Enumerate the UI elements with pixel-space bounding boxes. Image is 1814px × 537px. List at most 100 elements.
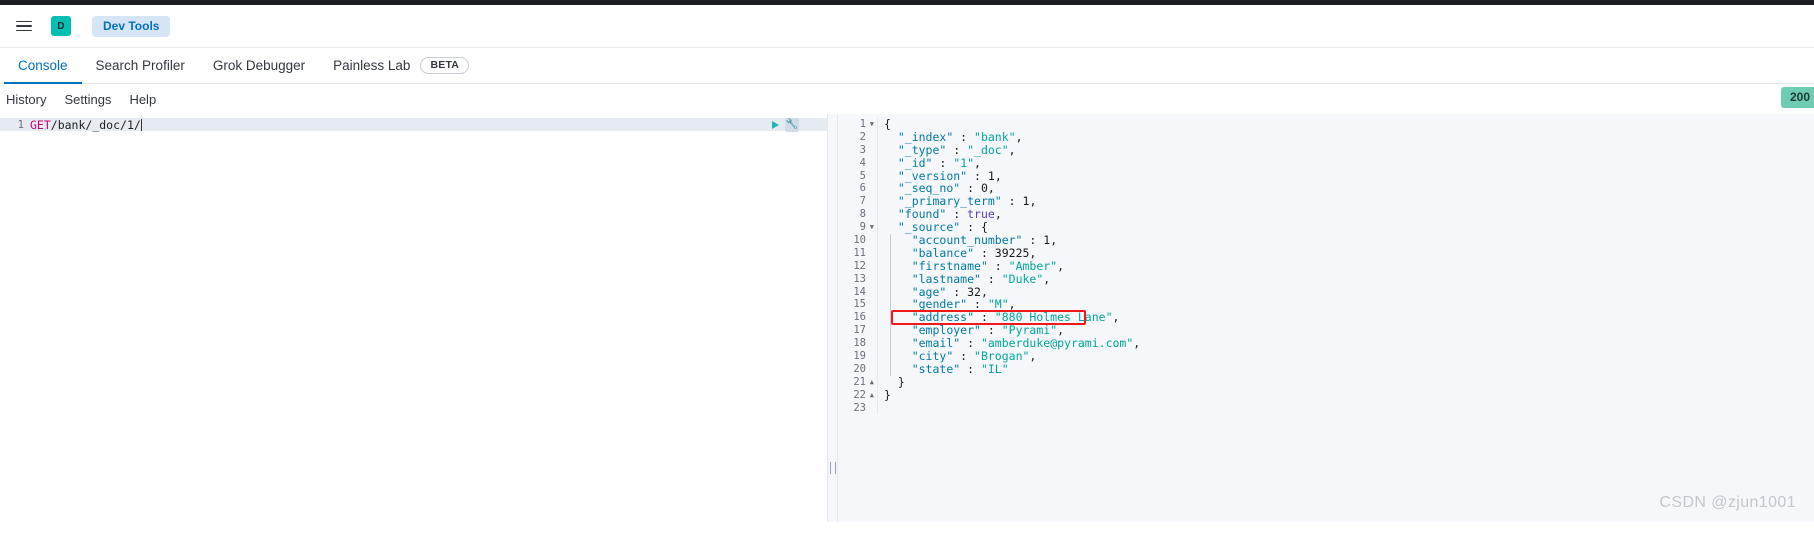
request-method: GET	[30, 117, 51, 132]
json-token-str: "1"	[953, 155, 975, 170]
response-gutter: 1 ▼ 2 3 4 5 6 7 8 9 ▼ 10 11 12 13 14 15 16 17 18 19 20 21 ▲ 22 ▲ 2…	[838, 118, 878, 415]
tab-search-profiler[interactable]: Search Profiler	[82, 48, 199, 83]
json-token-key: "firstname"	[911, 258, 988, 273]
json-token-punct: :	[946, 284, 968, 299]
tab-console-label: Console	[18, 58, 68, 73]
response-line-number: 16	[853, 311, 866, 324]
json-token-punct: ,	[1029, 245, 1037, 260]
json-token-punct: ,	[974, 155, 981, 170]
wrench-icon[interactable]: 🔧	[785, 117, 799, 132]
play-icon[interactable]	[772, 120, 779, 129]
json-token-key: "_type"	[897, 142, 947, 157]
json-token-brace: }	[897, 374, 905, 389]
json-token-punct: :	[960, 336, 981, 351]
response-line-number: 4	[859, 156, 866, 169]
submenu-item-help[interactable]: Help	[129, 92, 156, 107]
response-line-number: 22 ▲	[853, 388, 874, 402]
json-token-punct: :	[967, 297, 988, 312]
request-path: /bank/_doc/1/	[50, 117, 141, 132]
json-token-punct: :	[987, 258, 1009, 273]
json-token-key: "address"	[911, 310, 975, 325]
json-token-key: "found"	[897, 207, 947, 222]
response-code[interactable]: { "_index" : "bank", "_type" : "_doc", "…	[878, 118, 1814, 414]
json-token-str: "Duke"	[1001, 271, 1044, 286]
json-token-key: "balance"	[911, 245, 975, 260]
json-token-str: "amberduke@pyrami.com"	[980, 336, 1134, 351]
tab-painless-lab-label: Painless Lab	[333, 58, 411, 73]
response-editor: 1 ▼ 2 3 4 5 6 7 8 9 ▼ 10 11 12 13 14 15 16 17 18 19 20 21 ▲ 22 ▲ 2…	[838, 114, 1814, 415]
response-line-number: 18	[853, 337, 866, 350]
response-line: "_index" : "bank",	[884, 129, 1814, 144]
json-token-key: "_version"	[897, 168, 968, 183]
json-token-key: "lastname"	[911, 271, 981, 286]
submenu-item-settings[interactable]: Settings	[64, 92, 111, 107]
json-token-str: "IL"	[980, 361, 1009, 376]
app-title-pill[interactable]: Dev Tools	[92, 15, 171, 37]
indent-guide	[890, 234, 891, 376]
json-token-str: "880 Holmes Lane"	[994, 310, 1113, 325]
response-line-number: 12	[853, 259, 866, 272]
avatar[interactable]: D	[51, 16, 71, 36]
tab-search-profiler-label: Search Profiler	[95, 58, 185, 73]
json-token-punct: :	[1001, 194, 1023, 209]
response-line: {	[884, 118, 1814, 131]
app-header: D Dev Tools	[0, 5, 1814, 48]
response-line: "_version" : 1,	[884, 168, 1814, 183]
pane-splitter[interactable]	[828, 114, 838, 522]
json-token-punct: ,	[1057, 323, 1065, 338]
json-token-str: "Amber"	[1008, 258, 1058, 273]
request-line[interactable]: 1 GET/bank/_doc/1/ 🔧	[0, 117, 827, 132]
json-token-num: 1	[987, 168, 995, 183]
json-token-key: "_source"	[897, 220, 961, 235]
json-token-punct: :	[960, 181, 981, 196]
fold-open-icon[interactable]: ▼	[870, 221, 874, 234]
json-token-num: 0	[980, 181, 988, 196]
json-token-punct: :	[953, 349, 975, 364]
response-line-number: 19	[853, 350, 866, 363]
response-line-number: 5	[859, 169, 866, 182]
json-token-key: "_primary_term"	[897, 194, 1002, 209]
response-line-number: 2	[859, 130, 866, 143]
submenu-item-history[interactable]: History	[6, 92, 46, 107]
tab-console[interactable]: Console	[4, 48, 82, 84]
request-line-number: 1	[17, 118, 24, 131]
response-line	[884, 402, 1814, 415]
json-token-key: "age"	[911, 284, 947, 299]
json-token-str: "bank"	[974, 129, 1016, 144]
json-token-punct: ,	[987, 181, 995, 196]
request-text: GET/bank/_doc/1/	[30, 118, 142, 132]
text-caret	[140, 118, 142, 131]
tab-grok-debugger[interactable]: Grok Debugger	[199, 48, 319, 83]
json-token-punct: :	[974, 245, 995, 260]
request-actions: 🔧	[772, 117, 799, 132]
json-token-punct: ,	[1057, 258, 1065, 273]
json-token-num: 32	[967, 284, 981, 299]
json-token-punct: :	[974, 310, 995, 325]
json-token-key: "state"	[911, 361, 961, 376]
response-line-number: 21 ▲	[853, 375, 874, 389]
request-pane[interactable]: 1 GET/bank/_doc/1/ 🔧	[0, 114, 828, 537]
fold-close-icon[interactable]: ▲	[870, 376, 874, 389]
tab-painless-lab[interactable]: Painless Lab	[319, 48, 424, 83]
json-token-punct: :	[932, 155, 954, 170]
json-token-punct: ,	[1015, 129, 1023, 144]
json-token-punct: ,	[1008, 142, 1016, 157]
hamburger-icon[interactable]	[10, 12, 38, 40]
response-line-number: 17	[853, 324, 866, 337]
json-token-punct: ,	[980, 284, 988, 299]
fold-open-icon[interactable]: ▼	[870, 118, 874, 131]
response-pane[interactable]: 1 ▼ 2 3 4 5 6 7 8 9 ▼ 10 11 12 13 14 15 16 17 18 19 20 21 ▲ 22 ▲ 2…	[838, 114, 1814, 522]
json-token-punct: :	[980, 271, 1002, 286]
response-line: "lastname" : "Duke",	[884, 271, 1814, 286]
response-line-number: 8	[859, 208, 866, 221]
request-editor-body[interactable]	[0, 131, 827, 537]
watermark: CSDN @zjun1001	[1659, 494, 1796, 511]
response-line: "found" : true,	[884, 208, 1814, 221]
response-line-number: 3	[859, 143, 866, 156]
console-submenu: History Settings Help 200	[0, 84, 1814, 114]
json-token-punct: :	[946, 142, 968, 157]
json-token-str: "Brogan"	[974, 349, 1030, 364]
json-token-num: 39225	[994, 245, 1030, 260]
fold-close-icon[interactable]: ▲	[870, 389, 874, 402]
json-token-key: "email"	[911, 336, 961, 351]
